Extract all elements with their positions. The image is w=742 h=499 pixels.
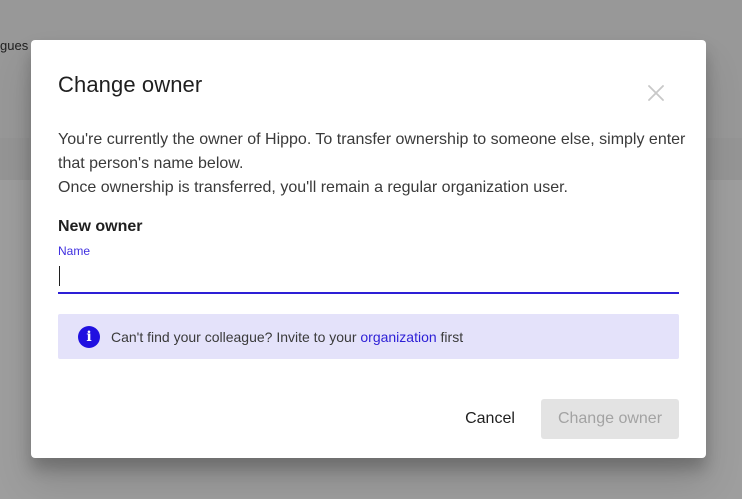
info-icon: i [78, 325, 100, 348]
name-field-underline [58, 292, 679, 294]
new-owner-heading: New owner [58, 218, 143, 235]
description-line: You're currently the owner of Hippo. To … [58, 131, 686, 172]
dialog-description: You're currently the owner of Hippo. To … [58, 128, 688, 200]
name-field-label: Name [58, 244, 91, 258]
close-icon [648, 85, 664, 101]
info-text: Can't find your colleague? Invite to you… [111, 329, 463, 345]
description-line: Once ownership is transferred, you'll re… [58, 179, 568, 196]
dialog-title: Change owner [58, 72, 203, 97]
organization-link[interactable]: organization [360, 329, 436, 345]
change-owner-dialog: Change owner You're currently the owner … [31, 40, 706, 458]
info-banner: i Can't find your colleague? Invite to y… [58, 314, 679, 359]
name-input[interactable] [58, 262, 679, 290]
text-caret [59, 266, 60, 286]
info-text-before: Can't find your colleague? Invite to you… [111, 328, 361, 345]
close-button[interactable] [643, 80, 669, 106]
change-owner-button[interactable]: Change owner [541, 399, 679, 439]
name-field: Name [58, 244, 679, 294]
cancel-button[interactable]: Cancel [449, 399, 531, 439]
info-text-after: first [436, 328, 464, 345]
